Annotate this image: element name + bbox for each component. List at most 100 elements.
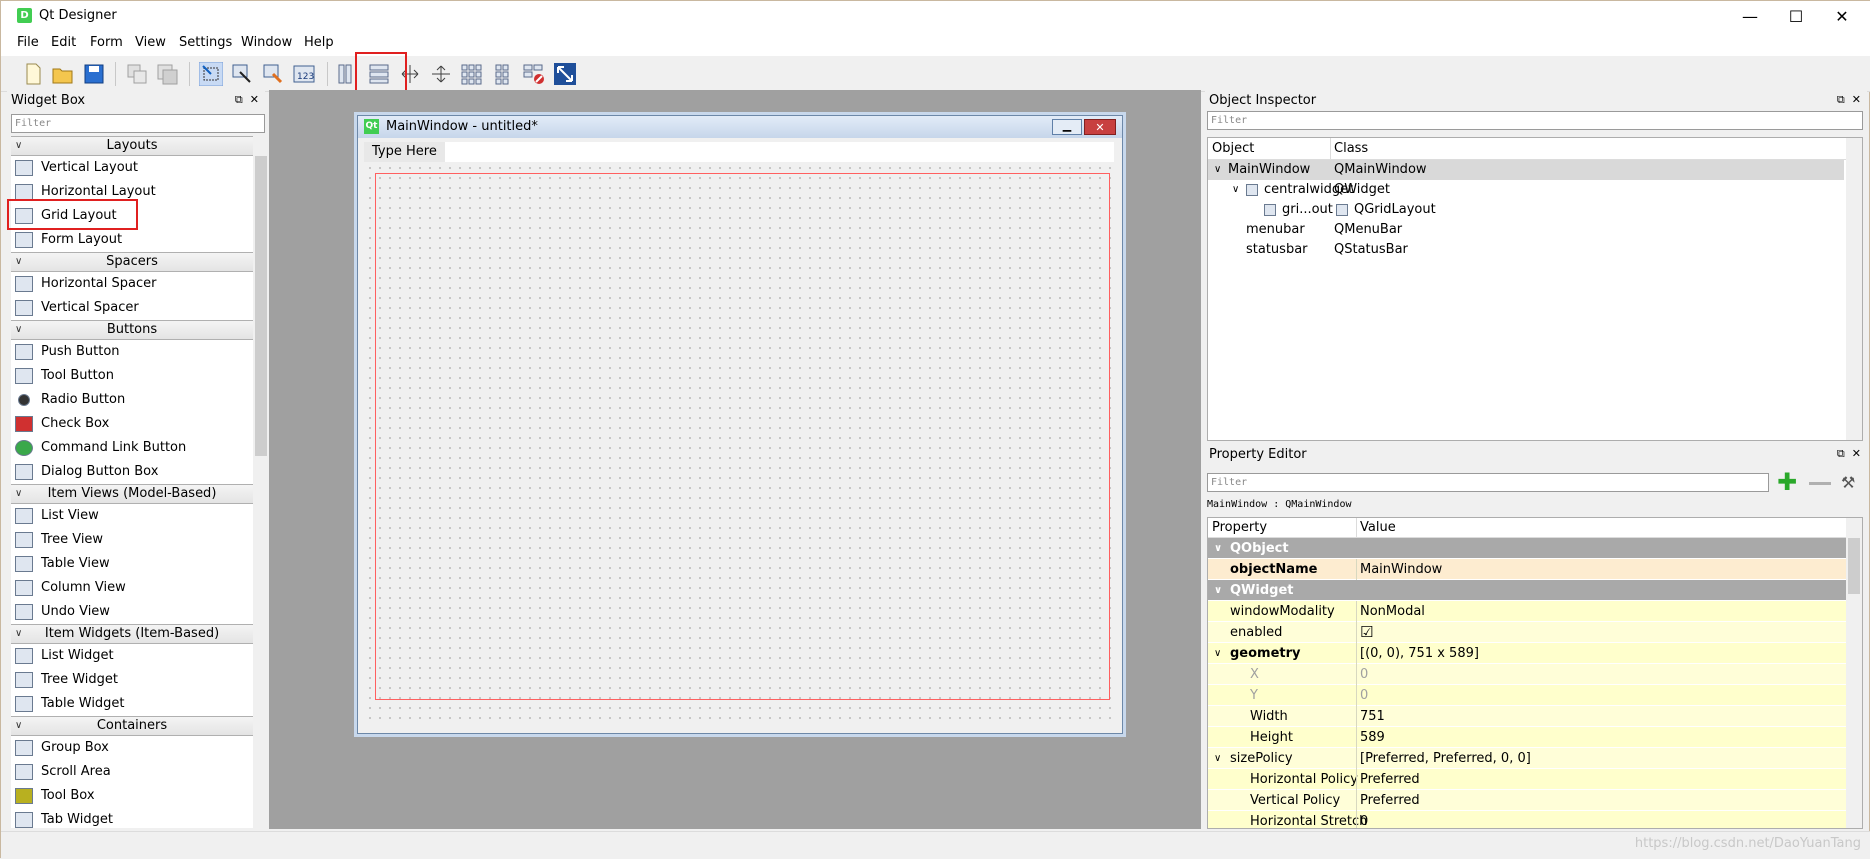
menu-view[interactable]: View — [135, 35, 166, 50]
prop-vertical-policy[interactable]: Vertical Policy Preferred — [1208, 790, 1862, 811]
tree-row-mainwindow[interactable]: ∨ MainWindow QMainWindow — [1208, 160, 1844, 180]
widget-tool-button[interactable]: Tool Button — [11, 364, 253, 388]
widget-table-view[interactable]: Table View — [11, 552, 253, 576]
property-value[interactable]: 589 — [1360, 727, 1385, 748]
form-close-button[interactable]: ✕ — [1084, 119, 1116, 135]
float-icon[interactable]: ⧉ — [235, 93, 243, 106]
widget-horizontal-spacer[interactable]: Horizontal Spacer — [11, 272, 253, 296]
enabled-checkbox[interactable]: ☑ — [1360, 622, 1373, 643]
scrollbar-thumb[interactable] — [255, 156, 267, 456]
type-here-menu[interactable]: Type Here — [364, 142, 445, 162]
new-file-icon[interactable] — [21, 62, 45, 86]
menu-settings[interactable]: Settings — [179, 35, 232, 50]
widget-tree-widget[interactable]: Tree Widget — [11, 668, 253, 692]
col-value[interactable]: Value — [1360, 518, 1396, 538]
menu-window[interactable]: Window — [241, 35, 292, 50]
category-containers[interactable]: ∨ Containers — [11, 716, 253, 736]
scrollbar-thumb[interactable] — [1848, 538, 1860, 594]
save-icon[interactable] — [82, 62, 106, 86]
property-value[interactable]: [(0, 0), 751 x 589] — [1360, 643, 1479, 664]
prop-objectname[interactable]: objectName MainWindow — [1208, 559, 1862, 580]
float-icon[interactable]: ⧉ — [1837, 447, 1845, 460]
property-value[interactable]: 751 — [1360, 706, 1385, 727]
category-spacers[interactable]: ∨ Spacers — [11, 252, 253, 272]
edit-signals-slots-icon[interactable] — [230, 62, 254, 86]
configure-wrench-icon[interactable]: ⚒ — [1841, 473, 1855, 492]
close-icon[interactable]: ✕ — [1852, 447, 1861, 460]
prop-windowmodality[interactable]: windowModality NonModal — [1208, 601, 1862, 622]
widget-tool-box[interactable]: Tool Box — [11, 784, 253, 808]
property-filter-input[interactable]: Filter — [1207, 473, 1769, 492]
property-value[interactable]: Preferred — [1360, 769, 1420, 790]
section-qobject[interactable]: ∨ QObject — [1208, 538, 1862, 559]
col-property[interactable]: Property — [1212, 518, 1267, 538]
open-folder-icon[interactable] — [51, 62, 75, 86]
close-icon[interactable]: ✕ — [250, 93, 259, 106]
property-value[interactable]: 0 — [1360, 811, 1368, 828]
category-item-views[interactable]: ∨ Item Views (Model-Based) — [11, 484, 253, 504]
widget-box-scrollbar[interactable] — [253, 136, 269, 828]
lay-out-grid-icon[interactable] — [460, 62, 484, 86]
form-window[interactable]: Qt MainWindow - untitled* ▁ ✕ Type Here — [357, 115, 1123, 734]
splitter-vertical-icon[interactable] — [429, 62, 453, 86]
paste-icon[interactable] — [155, 62, 179, 86]
prop-height[interactable]: Height 589 — [1208, 727, 1862, 748]
adjust-size-icon[interactable] — [553, 62, 577, 86]
object-filter-input[interactable]: Filter — [1207, 111, 1863, 130]
property-value[interactable]: MainWindow — [1360, 559, 1442, 580]
object-tree-scrollbar[interactable] — [1846, 138, 1862, 440]
prop-width[interactable]: Width 751 — [1208, 706, 1862, 727]
col-class[interactable]: Class — [1334, 138, 1368, 160]
widget-list-view[interactable]: List View — [11, 504, 253, 528]
property-value[interactable]: Preferred — [1360, 790, 1420, 811]
tree-row-menubar[interactable]: menubar QMenuBar — [1208, 220, 1862, 240]
widget-tree-view[interactable]: Tree View — [11, 528, 253, 552]
widget-vertical-layout[interactable]: Vertical Layout — [11, 156, 253, 180]
edit-widgets-icon[interactable] — [199, 62, 223, 86]
section-qwidget[interactable]: ∨ QWidget — [1208, 580, 1862, 601]
tree-row-gridlayout[interactable]: gri...out QGridLayout — [1208, 200, 1862, 220]
widget-command-link-button[interactable]: Command Link Button — [11, 436, 253, 460]
tree-row-statusbar[interactable]: statusbar QStatusBar — [1208, 240, 1862, 260]
category-item-widgets[interactable]: ∨ Item Widgets (Item-Based) — [11, 624, 253, 644]
prop-enabled[interactable]: enabled ☑ — [1208, 622, 1862, 643]
form-minimize-button[interactable]: ▁ — [1052, 119, 1082, 135]
property-value[interactable]: 0 — [1360, 685, 1368, 706]
copy-icon[interactable] — [125, 62, 149, 86]
widget-table-widget[interactable]: Table Widget — [11, 692, 253, 716]
widget-list-widget[interactable]: List Widget — [11, 644, 253, 668]
break-layout-icon[interactable] — [522, 62, 546, 86]
grid-layout-outline[interactable] — [375, 173, 1110, 700]
maximize-button[interactable]: ☐ — [1773, 1, 1819, 32]
col-object[interactable]: Object — [1212, 138, 1254, 160]
property-value[interactable]: [Preferred, Preferred, 0, 0] — [1360, 748, 1531, 769]
edit-tab-order-icon[interactable]: 123 — [292, 62, 316, 86]
widget-scroll-area[interactable]: Scroll Area — [11, 760, 253, 784]
close-button[interactable]: ✕ — [1819, 1, 1865, 32]
prop-sizepolicy[interactable]: ∨ sizePolicy [Preferred, Preferred, 0, 0] — [1208, 748, 1862, 769]
prop-y[interactable]: Y0 — [1208, 685, 1862, 706]
widget-undo-view[interactable]: Undo View — [11, 600, 253, 624]
widget-tab-widget[interactable]: Tab Widget — [11, 808, 253, 828]
prop-geometry[interactable]: ∨ geometry [(0, 0), 751 x 589] — [1208, 643, 1862, 664]
minimize-button[interactable]: — — [1727, 1, 1773, 32]
widget-check-box[interactable]: Check Box — [11, 412, 253, 436]
tree-row-centralwidget[interactable]: ∨ centralwidget QWidget — [1208, 180, 1862, 200]
prop-x[interactable]: X0 — [1208, 664, 1862, 685]
widget-filter-input[interactable]: Filter — [11, 114, 265, 133]
widget-group-box[interactable]: Group Box — [11, 736, 253, 760]
category-buttons[interactable]: ∨ Buttons — [11, 320, 253, 340]
add-dynamic-property-icon[interactable]: ✚ — [1777, 470, 1797, 494]
central-widget-canvas[interactable] — [365, 163, 1115, 723]
property-value[interactable]: NonModal — [1360, 601, 1425, 622]
property-value[interactable]: 0 — [1360, 664, 1368, 685]
float-icon[interactable]: ⧉ — [1837, 93, 1845, 106]
prop-horizontal-stretch[interactable]: Horizontal Stretch 0 — [1208, 811, 1862, 828]
close-icon[interactable]: ✕ — [1852, 93, 1861, 106]
widget-push-button[interactable]: Push Button — [11, 340, 253, 364]
menu-edit[interactable]: Edit — [51, 35, 76, 50]
lay-out-form-icon[interactable] — [491, 62, 515, 86]
remove-dynamic-property-icon[interactable] — [1809, 482, 1831, 485]
edit-buddies-icon[interactable] — [261, 62, 285, 86]
widget-vertical-spacer[interactable]: Vertical Spacer — [11, 296, 253, 320]
